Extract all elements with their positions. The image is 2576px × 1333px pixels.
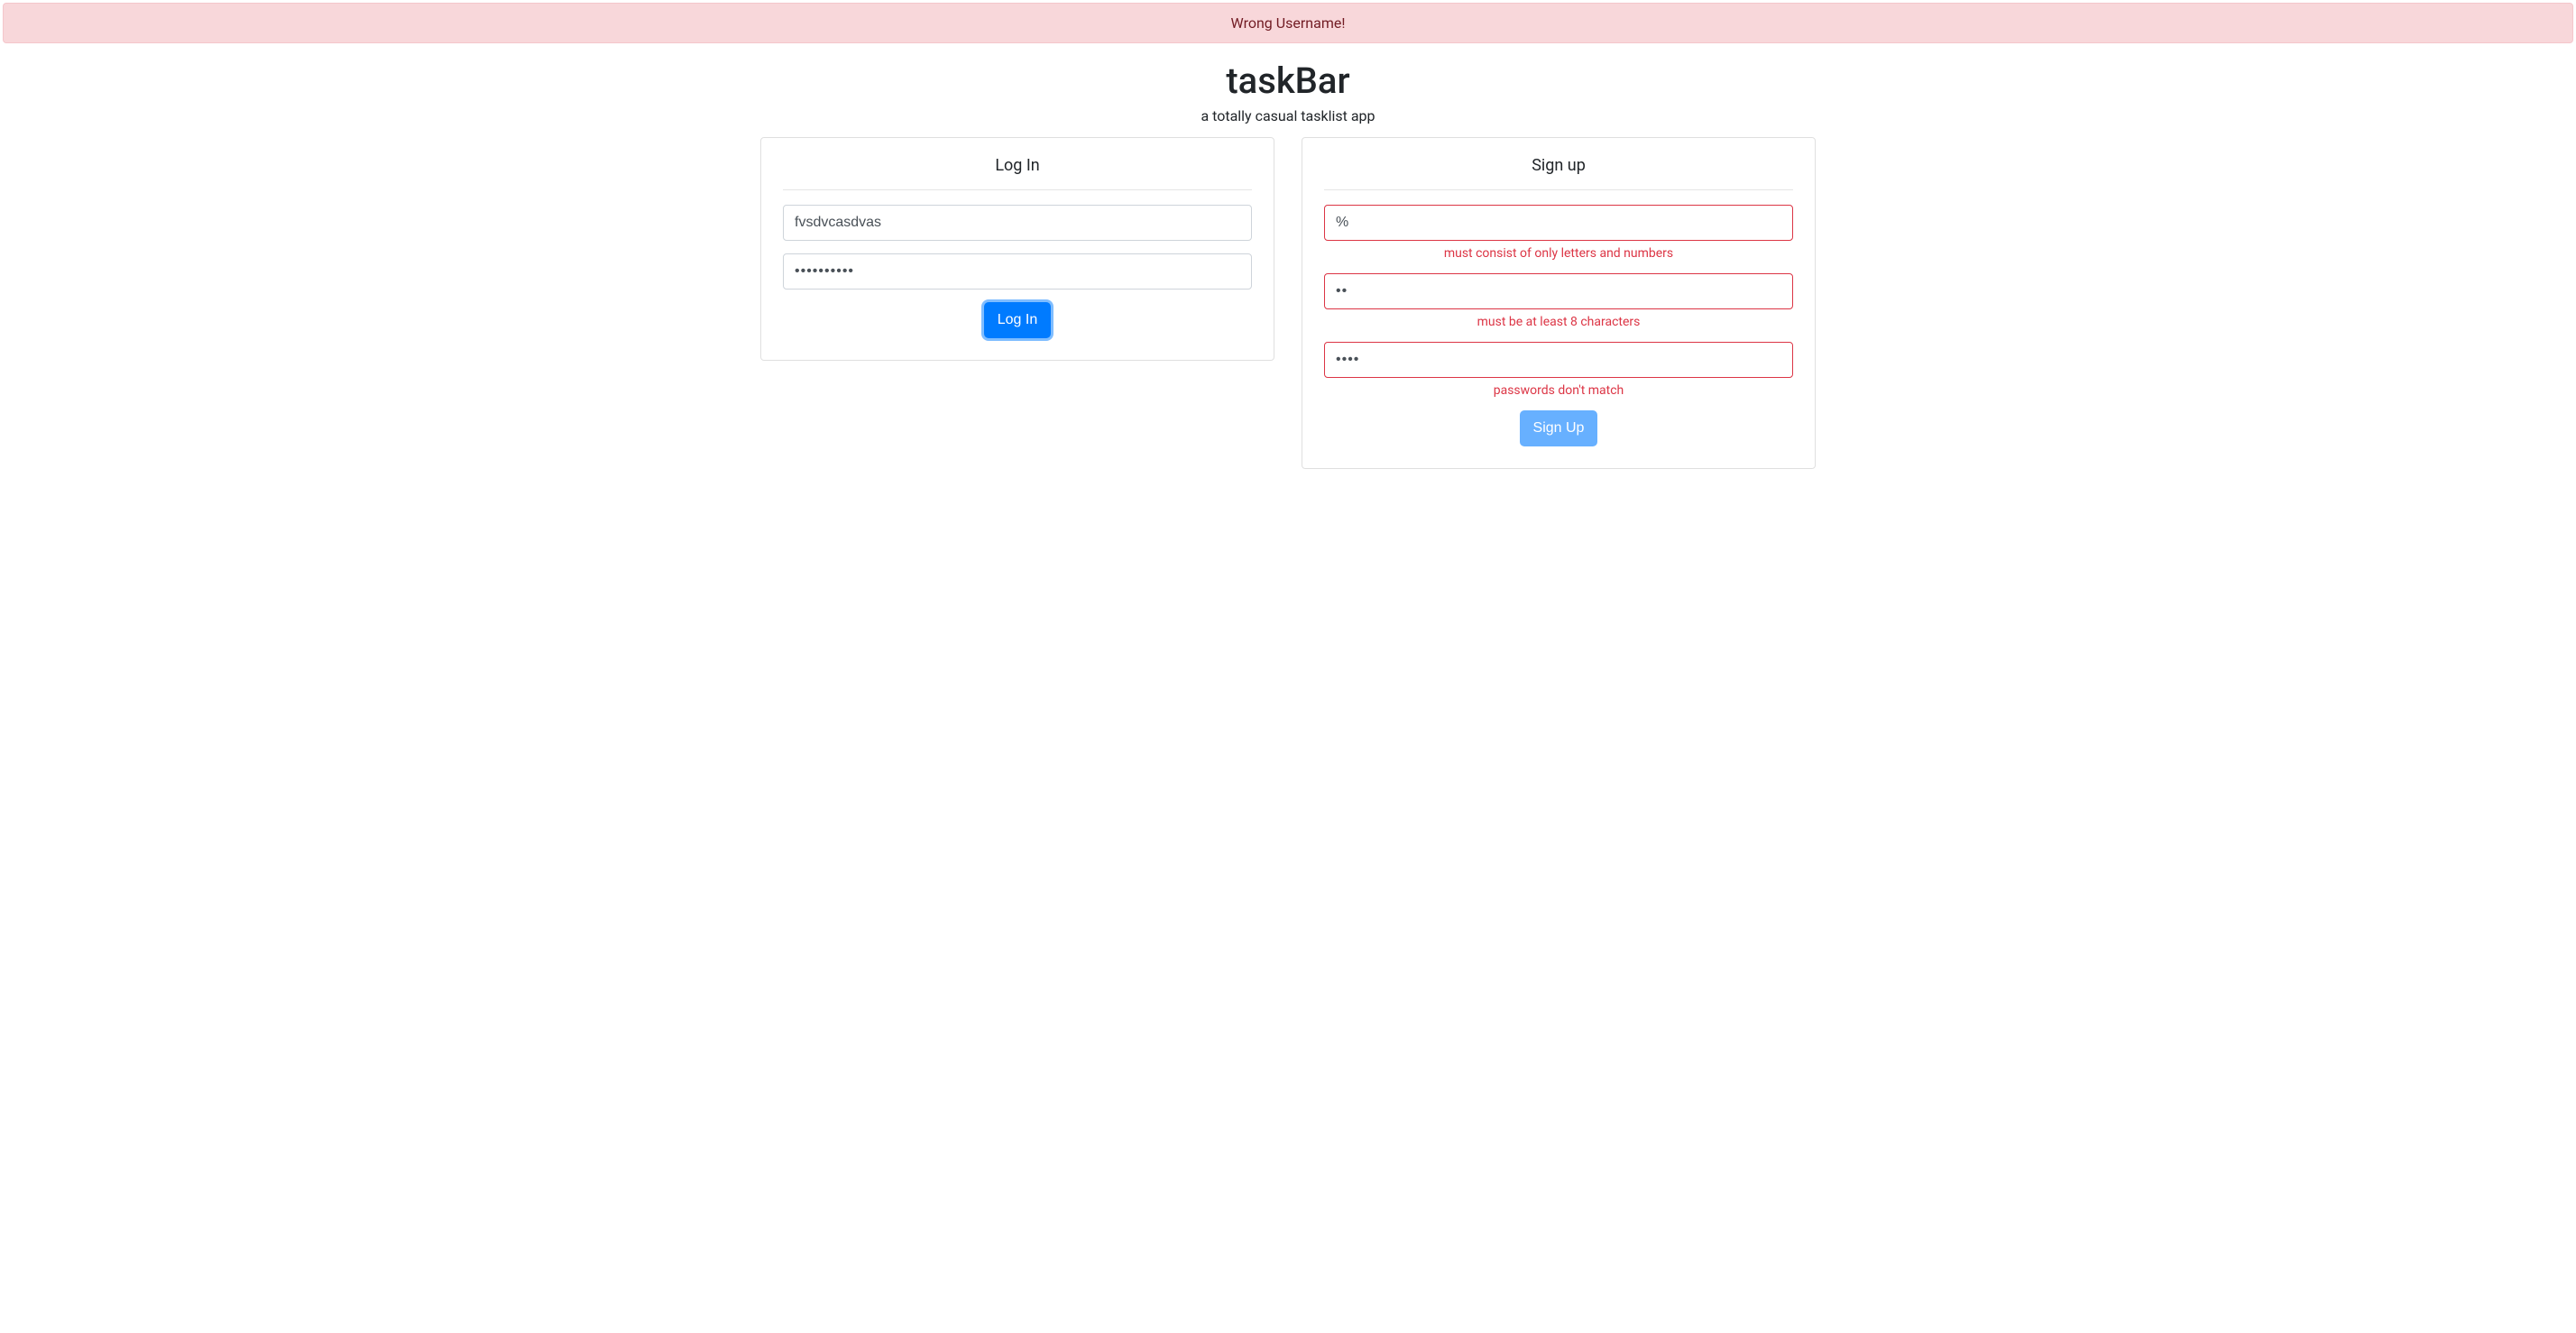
- login-button[interactable]: Log In: [984, 302, 1051, 338]
- signup-card: Sign up must consist of only letters and…: [1302, 137, 1816, 469]
- alert-message: Wrong Username!: [1231, 14, 1346, 32]
- signup-password-input[interactable]: [1324, 273, 1793, 309]
- app-subtitle: a totally casual tasklist app: [760, 107, 1816, 124]
- login-title: Log In: [783, 156, 1252, 175]
- signup-button[interactable]: Sign Up: [1520, 410, 1598, 446]
- signup-confirm-error: passwords don't match: [1324, 383, 1793, 398]
- error-alert: Wrong Username!: [3, 3, 2573, 43]
- login-card: Log In Log In: [760, 137, 1274, 361]
- signup-divider: [1324, 189, 1793, 190]
- signup-username-error: must consist of only letters and numbers: [1324, 246, 1793, 261]
- login-username-input[interactable]: [783, 205, 1252, 241]
- app-header: taskBar a totally casual tasklist app: [760, 60, 1816, 124]
- signup-confirm-password-input[interactable]: [1324, 342, 1793, 378]
- login-divider: [783, 189, 1252, 190]
- login-password-input[interactable]: [783, 253, 1252, 290]
- signup-password-error: must be at least 8 characters: [1324, 315, 1793, 329]
- signup-username-input[interactable]: [1324, 205, 1793, 241]
- app-title: taskBar: [760, 60, 1816, 102]
- signup-title: Sign up: [1324, 156, 1793, 175]
